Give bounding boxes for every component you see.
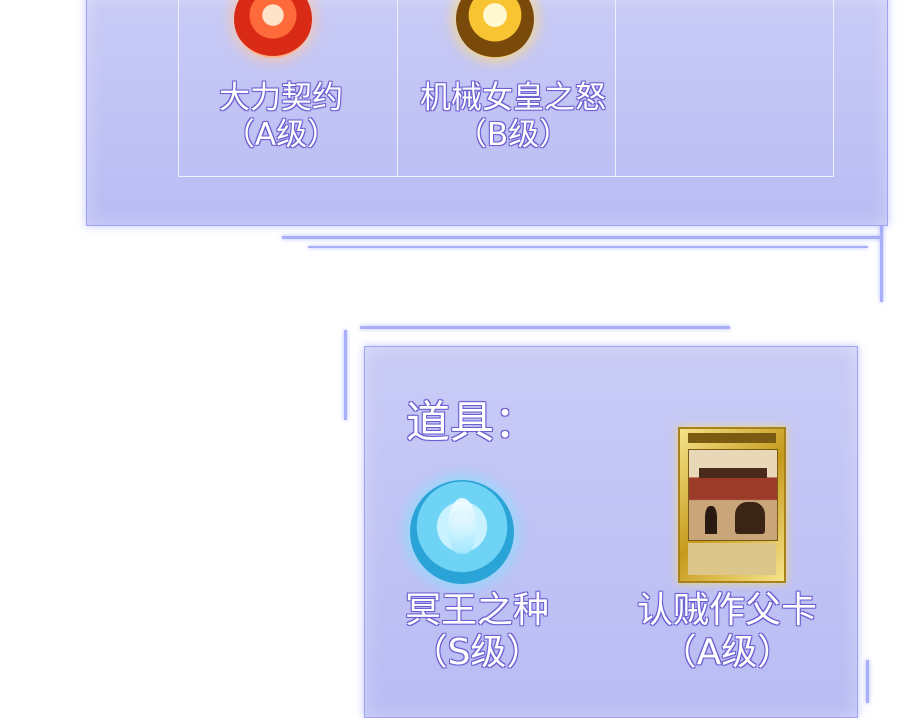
card-icon (678, 427, 786, 583)
card-text-box (688, 543, 776, 575)
card-art-horse (735, 502, 765, 534)
items-title: 道具： (406, 397, 538, 448)
petal-shape (448, 498, 476, 554)
skill-grade: （B级） (455, 116, 571, 153)
item-grade: （S级） (411, 632, 543, 674)
item-label: 认贼作父卡 （A级） (614, 590, 840, 675)
crystal-seed-icon (410, 480, 514, 584)
card-art (688, 449, 778, 541)
card-art-figure (705, 506, 717, 534)
deco-line (360, 326, 730, 329)
skill-grade: （A级） (223, 116, 339, 153)
skill-name: 机械女皇之怒 (420, 80, 606, 116)
deco-line (308, 246, 868, 248)
card-title-bar (688, 433, 776, 443)
deco-line (282, 236, 882, 239)
deco-line (866, 660, 869, 703)
grid-divider (397, 0, 398, 176)
item-name: 认贼作父卡 (636, 590, 817, 631)
skill-label: 机械女皇之怒 （B级） (402, 80, 624, 153)
skill-label: 大力契约 （A级） (196, 80, 366, 153)
item-name: 冥王之种 (404, 590, 549, 631)
item-grade: （A级） (660, 632, 794, 674)
card-art-roof (699, 468, 767, 478)
item-label: 冥王之种 （S级） (384, 590, 570, 675)
skill-name: 大力契约 (219, 80, 343, 116)
deco-line (344, 330, 347, 420)
